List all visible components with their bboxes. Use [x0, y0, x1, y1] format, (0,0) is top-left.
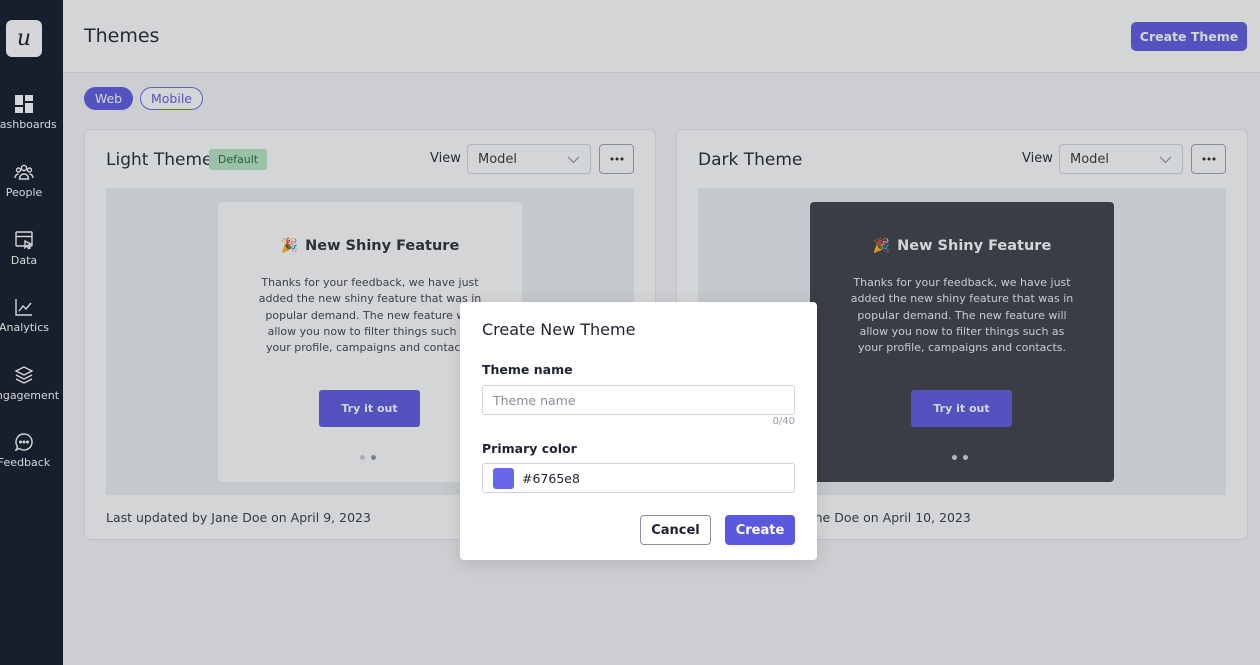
cancel-button[interactable]: Cancel: [640, 515, 711, 545]
char-counter: 0/40: [772, 416, 795, 427]
theme-name-input[interactable]: [482, 385, 795, 415]
color-swatch[interactable]: [493, 468, 514, 489]
theme-name-label: Theme name: [482, 362, 573, 377]
dialog-title: Create New Theme: [482, 320, 636, 339]
create-theme-dialog: Create New Theme Theme name 0/40 Primary…: [460, 302, 817, 560]
color-value: #6765e8: [522, 471, 580, 486]
primary-color-label: Primary color: [482, 441, 577, 456]
primary-color-field[interactable]: #6765e8: [482, 463, 795, 493]
create-button[interactable]: Create: [725, 515, 795, 545]
